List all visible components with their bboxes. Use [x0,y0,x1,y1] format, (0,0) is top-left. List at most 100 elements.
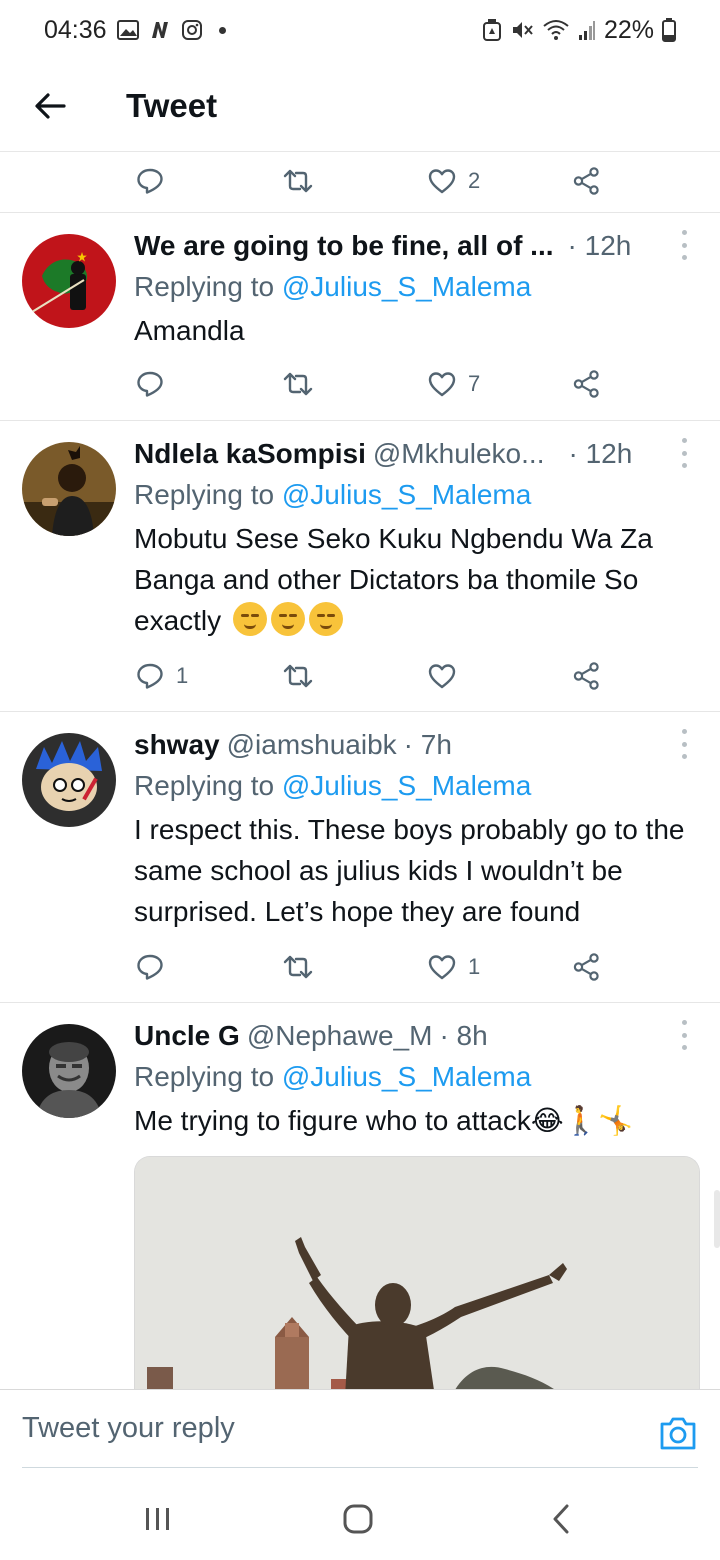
tweet-text-container: Mobutu Sese Seko Kuku Ngbendu Wa Za Bang… [134,518,700,641]
tweet-item[interactable]: shway @iamshuaibk · 7h Replying to @Juli… [0,712,720,1002]
wink-face-emoji-icon [308,602,343,636]
retweet-icon [283,169,313,193]
status-bar: 04:36 22% [0,0,720,60]
tweet-header: shway @iamshuaibk · 7h [134,725,700,765]
share-button[interactable] [573,939,601,995]
like-button[interactable]: 7 [428,356,480,412]
reply-composer: Tweet your reply [0,1389,720,1479]
tweet-item[interactable]: Uncle G @Nephawe_M · 8h Replying to @Jul… [0,1003,720,1389]
tweet-timestamp: · 8h [439,1020,488,1051]
replying-to: Replying to @Julius_S_Malema [134,266,700,308]
tweet-image[interactable] [134,1156,700,1389]
system-back-button[interactable] [546,1499,576,1539]
mention-link[interactable]: @Julius_S_Malema [282,479,531,510]
signal-icon [578,17,596,43]
mention-link[interactable]: @Julius_S_Malema [282,1061,531,1092]
camera-button[interactable] [658,1414,698,1454]
mention-link[interactable]: @Julius_S_Malema [282,770,531,801]
retweet-icon [283,664,313,688]
more-icon[interactable] [674,230,694,260]
more-icon[interactable] [674,1020,694,1050]
tweet-text: I respect this. These boys probably go t… [134,814,685,927]
tweet-header: We are going to be fine, all of ... · 12… [134,226,700,266]
share-button[interactable] [573,153,601,209]
battery-icon [662,17,676,43]
reply-button[interactable] [136,153,164,209]
share-icon [573,167,599,195]
avatar[interactable] [22,733,116,827]
tweet-text: Amandla [134,315,245,346]
smirk-face-emoji-icon [270,602,305,636]
system-nav-bar [0,1479,720,1560]
tweet-timestamp: · 12h [567,230,632,261]
tweet-author-handle[interactable]: @Mkhuleko... [373,438,545,470]
tweet-timestamp: · 12h [568,438,633,469]
back-button[interactable] [0,60,100,152]
replying-to: Replying to @Julius_S_Malema [134,1056,700,1098]
system-back-icon [553,1504,569,1534]
tweet-author-handle[interactable]: @iamshuaibk [227,729,397,761]
mention-link[interactable]: @Julius_S_Malema [282,271,531,302]
reply-icon [137,954,163,980]
replying-to-label: Replying to [134,1061,282,1092]
notification-dot-icon [218,26,226,34]
instagram-notification-icon [181,17,203,43]
tweet-author-handle[interactable]: @Nephawe_M [247,1020,433,1052]
tweet-item[interactable]: Ndlela kaSompisi @Mkhuleko... · 12h Repl… [0,421,720,711]
tweet-author-name[interactable]: shway [134,729,220,761]
reply-input[interactable]: Tweet your reply [22,1412,235,1445]
share-icon [573,662,599,690]
replying-to: Replying to @Julius_S_Malema [134,765,700,807]
tweet-author-name[interactable]: Ndlela kaSompisi [134,438,366,470]
like-button[interactable] [428,648,468,704]
like-button[interactable]: 1 [428,939,480,995]
tweet-actions: 2 [0,153,720,209]
retweet-icon [283,372,313,396]
tweet-author-name[interactable]: We are going to be fine, all of ... [134,230,554,262]
gallery-notification-icon [116,17,139,43]
reply-icon [137,168,163,194]
replying-to-label: Replying to [134,271,282,302]
reply-icon [137,663,163,689]
more-icon[interactable] [674,729,694,759]
wifi-icon [542,17,570,43]
retweet-button[interactable] [282,939,314,995]
like-count: 2 [468,168,481,193]
tweet-item[interactable]: We are going to be fine, all of ... · 12… [0,213,720,420]
tweet-header: Uncle G @Nephawe_M · 8h [134,1016,700,1056]
avatar[interactable] [22,1024,116,1118]
reply-button[interactable] [136,356,176,412]
recent-apps-icon [146,1508,169,1530]
reply-button[interactable] [136,939,176,995]
share-button[interactable] [573,648,601,704]
retweet-button[interactable] [282,356,314,412]
tweet-author-name[interactable]: Uncle G [134,1020,240,1052]
pensive-face-emoji-icon [232,602,267,636]
recent-apps-button[interactable] [140,1499,176,1539]
share-button[interactable] [573,356,601,412]
reply-button[interactable]: 1 [136,648,188,704]
tweet-actions: 1 [0,939,720,995]
replying-to-label: Replying to [134,479,282,510]
avatar[interactable] [22,234,116,328]
retweet-button[interactable] [282,648,314,704]
retweet-button[interactable] [282,153,314,209]
scrollbar[interactable] [714,1190,720,1248]
replying-to-label: Replying to [134,770,282,801]
like-count: 7 [468,371,481,396]
reply-input-underline [22,1467,698,1468]
tweet-actions: 1 [0,648,720,704]
home-button[interactable] [340,1499,376,1539]
tweet-text: Mobutu Sese Seko Kuku Ngbendu Wa Za Bang… [134,523,653,636]
home-icon [343,1504,373,1534]
tweet-header: Ndlela kaSompisi @Mkhuleko... · 12h [134,434,700,474]
like-button[interactable]: 2 [428,153,480,209]
tweet-timestamp: · 7h [403,729,452,760]
reply-feed[interactable]: 2 We are going to be fine, all of ... · … [0,153,720,1389]
status-time: 04:36 [44,15,107,44]
back-arrow-icon [35,92,66,119]
avatar[interactable] [22,442,116,536]
more-icon[interactable] [674,438,694,468]
replying-to: Replying to @Julius_S_Malema [134,474,700,516]
data-saver-icon [482,17,502,43]
